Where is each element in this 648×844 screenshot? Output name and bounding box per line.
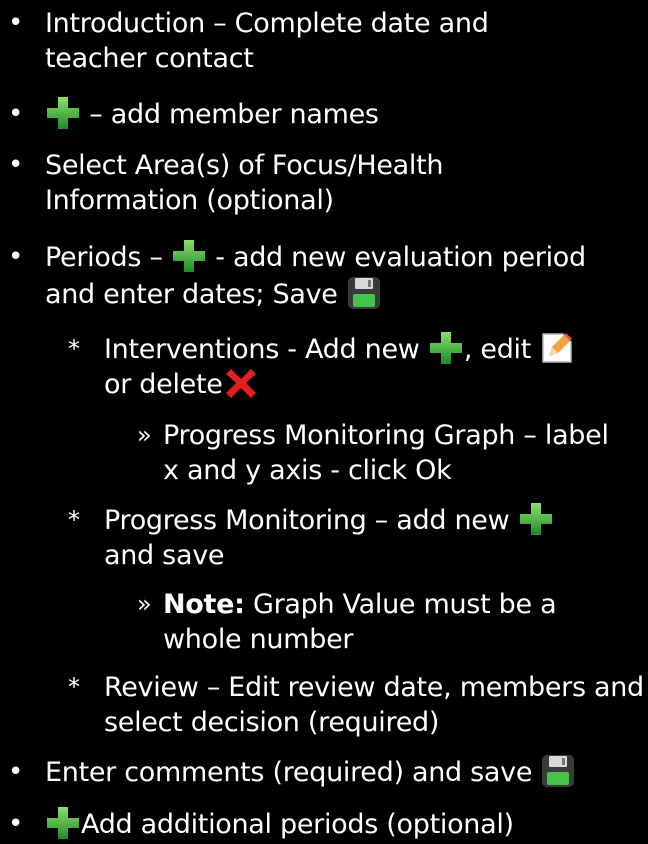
intro-line-1: Introduction – Complete date and (45, 8, 489, 39)
note-line-2: whole number (163, 624, 354, 655)
interventions-text-2: or delete (104, 369, 223, 400)
comments-text: Enter comments (required) and save (45, 757, 533, 788)
graph-line-1: Progress Monitoring Graph – label (163, 420, 609, 451)
members-text: – add member names (89, 99, 379, 130)
add-plus-icon (518, 501, 554, 537)
pm-line-2: and save (104, 540, 225, 571)
review-line-2: select decision (required) (104, 707, 440, 738)
additional-line: Add additional periods (optional) (45, 807, 514, 844)
bullet: • (8, 8, 24, 38)
note-line-1: Note: Graph Value must be a (163, 587, 557, 622)
periods-text-2: and enter dates; Save (45, 279, 338, 310)
bullet: • (8, 242, 24, 272)
interventions-text-a: Interventions - Add new (104, 334, 420, 365)
raquo-marker: » (137, 590, 152, 618)
bullet: • (8, 99, 24, 129)
delete-x-icon (223, 365, 259, 401)
periods-line-1: Periods – - add new evaluation period (45, 240, 586, 277)
add-plus-icon (45, 805, 81, 841)
raquo-marker: » (137, 421, 152, 449)
comments-line: Enter comments (required) and save (45, 755, 576, 792)
pm-text-1: Progress Monitoring – add new (104, 505, 510, 536)
add-plus-icon (428, 330, 464, 366)
note-label: Note: (163, 589, 245, 620)
add-plus-icon (171, 238, 207, 274)
save-disk-icon (346, 275, 382, 311)
interventions-line-1: Interventions - Add new , edit (104, 332, 575, 369)
graph-line-2: x and y axis - click Ok (163, 455, 452, 486)
periods-text-b: - add new evaluation period (215, 242, 586, 273)
periods-line-2: and enter dates; Save (45, 277, 382, 314)
area-line-2: Information (optional) (45, 185, 334, 216)
bullet: • (8, 150, 24, 180)
additional-text: Add additional periods (optional) (81, 809, 514, 840)
save-disk-icon (540, 753, 576, 789)
intro-line-2: teacher contact (45, 43, 254, 74)
area-line-1: Select Area(s) of Focus/Health (45, 150, 444, 181)
edit-pencil-icon (539, 330, 575, 366)
star-marker: * (68, 335, 80, 363)
note-text-1: Graph Value must be a (244, 589, 557, 620)
add-plus-icon (45, 95, 81, 131)
star-marker: * (68, 506, 80, 534)
pm-line-1: Progress Monitoring – add new (104, 503, 554, 540)
members-line: – add member names (45, 97, 379, 134)
star-marker: * (68, 673, 80, 701)
interventions-text-b: , edit (463, 334, 532, 365)
bullet: • (8, 757, 24, 787)
periods-text-a: Periods – (45, 242, 163, 273)
review-line-1: Review – Edit review date, members and (104, 672, 644, 703)
interventions-line-2: or delete (104, 367, 259, 404)
